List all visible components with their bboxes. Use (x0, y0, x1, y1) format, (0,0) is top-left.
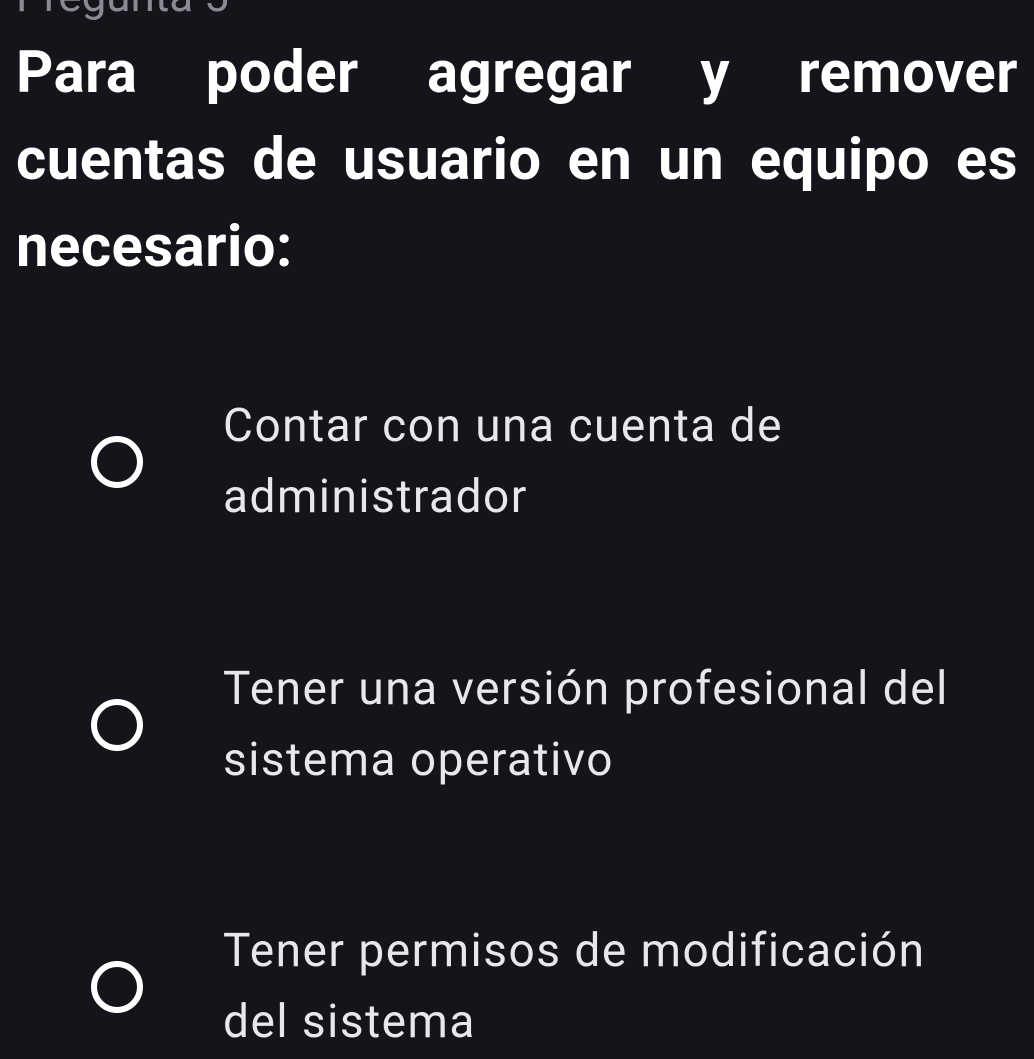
option-label: Contar con una cuenta de administrador (223, 391, 988, 534)
option-3[interactable]: Tener permisos de modificación del siste… (91, 916, 988, 1059)
radio-icon (91, 961, 143, 1013)
question-number: Pregunta 5 (16, 0, 1018, 22)
option-label: Tener una versión profesional del sistem… (223, 654, 988, 797)
option-1[interactable]: Contar con una cuenta de administrador (91, 391, 988, 534)
option-2[interactable]: Tener una versión profesional del sistem… (91, 654, 988, 797)
radio-icon (91, 699, 143, 751)
question-text: Para poder agregar y remover cuentas de … (16, 30, 1018, 291)
radio-icon (91, 436, 143, 488)
options-list: Contar con una cuenta de administrador T… (16, 391, 1018, 1059)
option-label: Tener permisos de modificación del siste… (223, 916, 988, 1059)
